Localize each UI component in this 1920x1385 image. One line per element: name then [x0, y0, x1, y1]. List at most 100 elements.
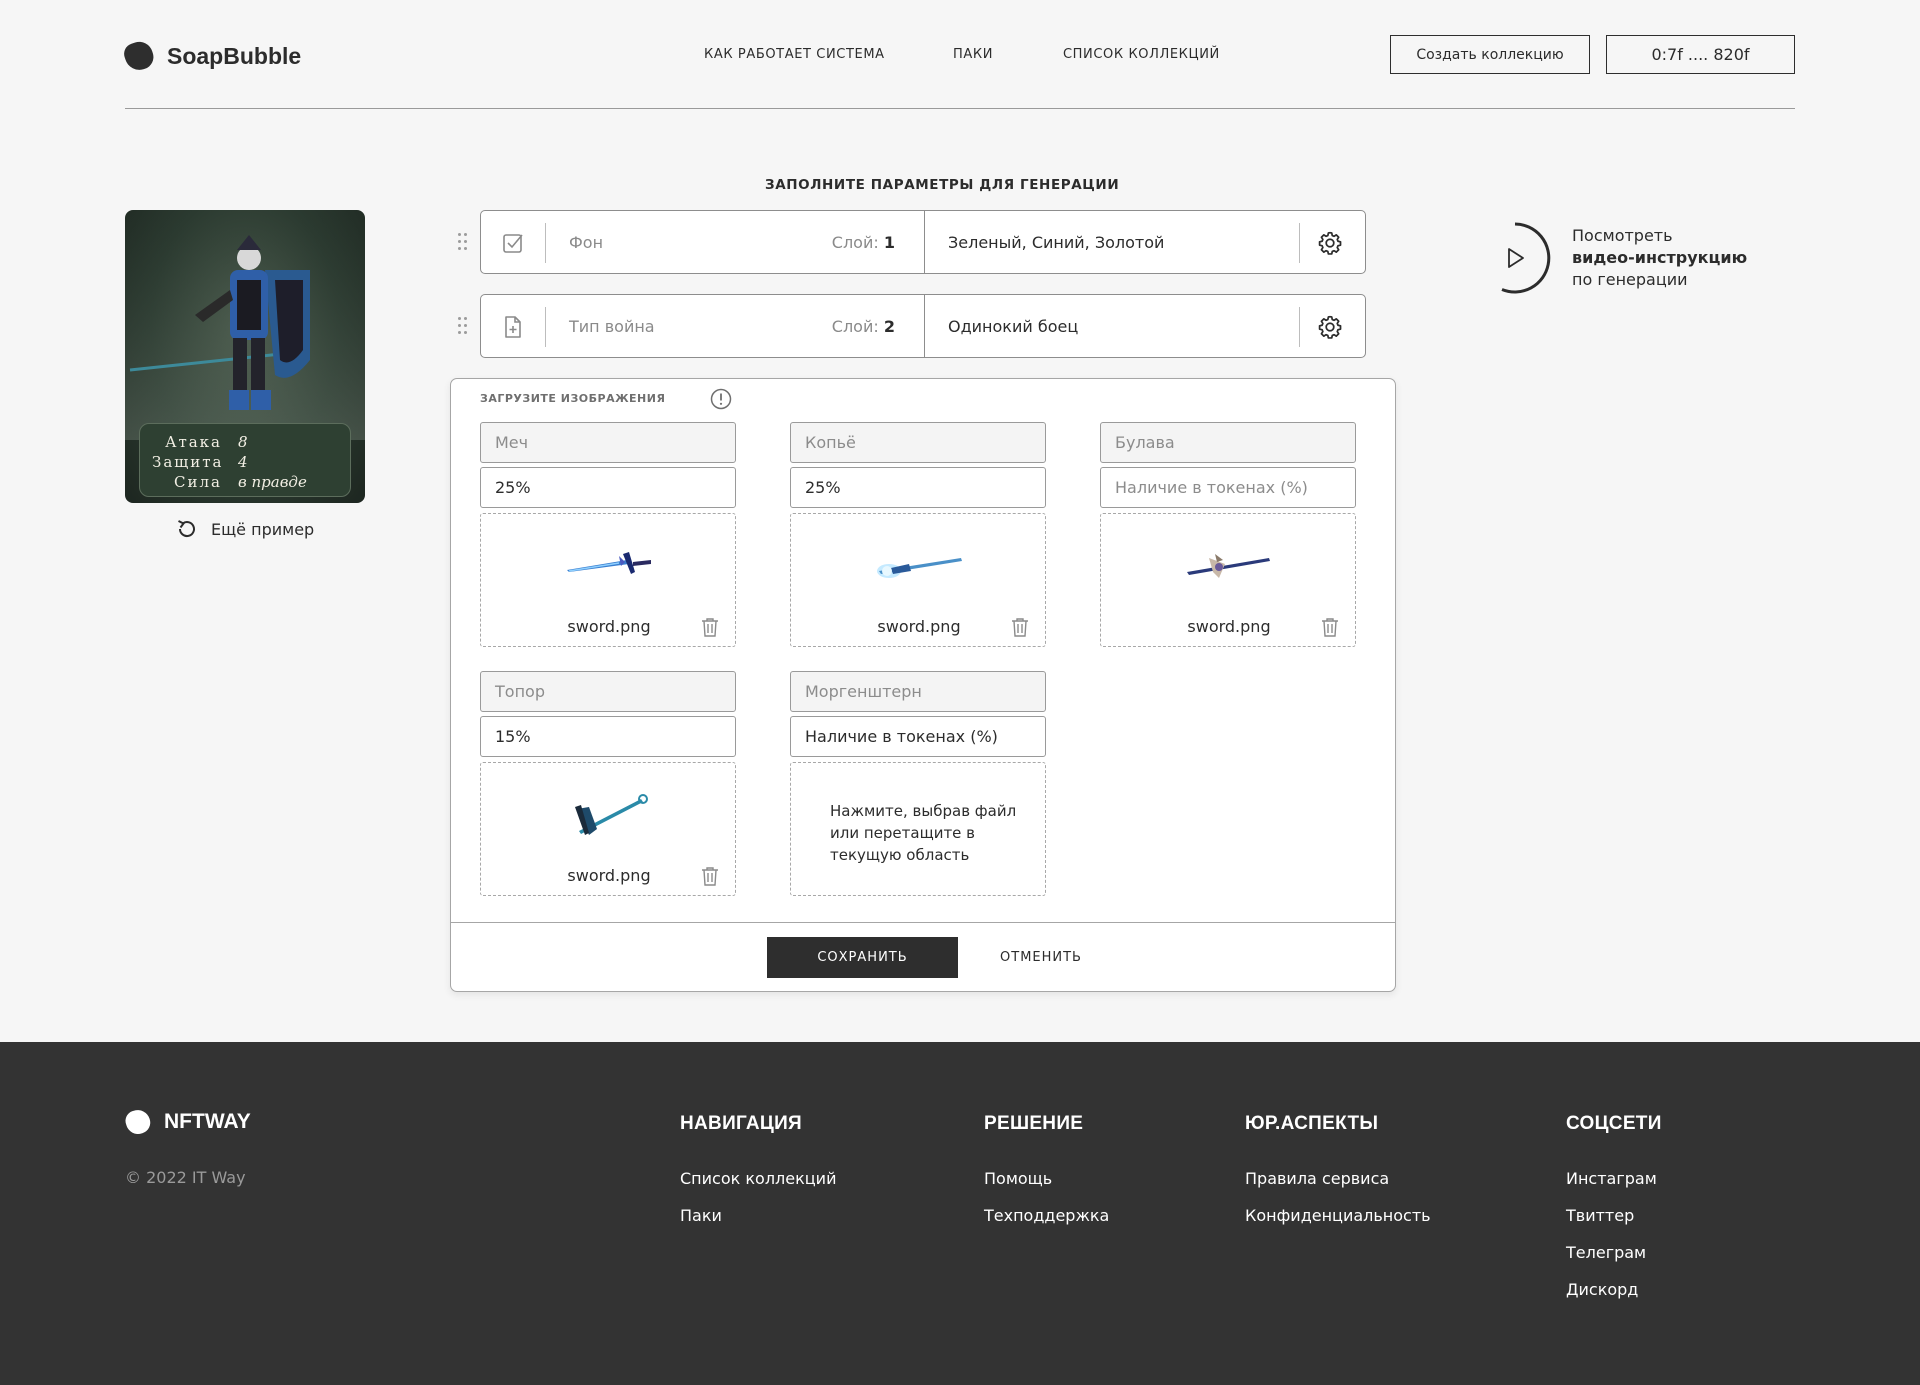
divider	[545, 307, 546, 347]
trash-icon[interactable]	[1011, 617, 1029, 637]
footer-column-legal: ЮР.АСПЕКТЫ Правила сервиса Конфиденциаль…	[1245, 1113, 1431, 1243]
params-title: ЗАПОЛНИТЕ ПАРАМЕТРЫ ДЛЯ ГЕНЕРАЦИИ	[765, 177, 1120, 193]
nav-collections[interactable]: СПИСОК КОЛЛЕКЦИЙ	[1063, 47, 1220, 62]
footer-link[interactable]: Помощь	[984, 1169, 1109, 1206]
file-add-icon	[505, 316, 521, 338]
create-collection-button[interactable]: Создать коллекцию	[1390, 35, 1590, 74]
layer-prefix: Слой:	[831, 317, 879, 336]
footer-column-navigation: НАВИГАЦИЯ Список коллекций Паки	[680, 1113, 836, 1243]
logo[interactable]: SoapBubble	[121, 38, 302, 74]
image-dropzone[interactable]: sword.png	[480, 513, 736, 647]
footer-column-solution: РЕШЕНИЕ Помощь Техподдержка	[984, 1113, 1109, 1243]
layer-row[interactable]: Тип война Слой: 2 Одинокий боец	[458, 294, 1366, 358]
preview-card: Атака 8 Защита 4 Сила в правде	[125, 210, 365, 503]
stat-value: 4	[238, 453, 248, 471]
footer-column-social: СОЦСЕТИ Инстаграм Твиттер Телеграм Диско…	[1566, 1113, 1662, 1317]
footer-link[interactable]: Правила сервиса	[1245, 1169, 1431, 1206]
item-percent-field[interactable]: 25%	[790, 467, 1046, 508]
divider	[924, 211, 925, 273]
video-instruction-link[interactable]: Посмотреть видео-инструкцию по генерации	[1478, 221, 1747, 295]
item-percent-field[interactable]: Наличие в токенах (%)	[790, 716, 1046, 757]
trash-icon[interactable]	[701, 617, 719, 637]
layer-name: Тип война	[569, 317, 655, 336]
video-text: Посмотреть видео-инструкцию по генерации	[1572, 225, 1747, 291]
image-dropzone[interactable]: sword.png	[480, 762, 736, 896]
layer-value[interactable]: Зеленый, Синий, Золотой	[948, 233, 1164, 252]
trash-icon[interactable]	[1321, 617, 1339, 637]
layer-row[interactable]: Фон Слой: 1 Зеленый, Синий, Золотой	[458, 210, 1366, 274]
footer-link[interactable]: Список коллекций	[680, 1169, 836, 1206]
save-button[interactable]: СОХРАНИТЬ	[767, 937, 958, 978]
footer-link[interactable]: Твиттер	[1566, 1206, 1662, 1243]
logo-icon	[121, 38, 157, 74]
item-name-field[interactable]: Топор	[480, 671, 736, 712]
footer-column-title: НАВИГАЦИЯ	[680, 1113, 803, 1134]
footer-logo-icon	[122, 1106, 154, 1138]
stat-label: Сила	[174, 473, 222, 491]
item-name-field[interactable]: Копьё	[790, 422, 1046, 463]
refresh-icon	[178, 520, 195, 538]
drag-handle-icon[interactable]	[458, 233, 468, 251]
footer: NFTWAY © 2022 IT Way НАВИГАЦИЯ Список ко…	[0, 1042, 1920, 1385]
checkbox-icon	[503, 234, 523, 253]
axe-image	[575, 794, 648, 835]
image-dropzone-empty[interactable]: Нажмите, выбрав файл или перетащите в те…	[790, 762, 1046, 896]
stat-value: 8	[238, 433, 248, 451]
footer-link[interactable]: Конфиденциальность	[1245, 1206, 1431, 1243]
image-dropzone[interactable]: sword.png	[790, 513, 1046, 647]
layer-number: Слой: 1	[832, 233, 895, 252]
mace-image	[1187, 554, 1270, 578]
layer-number: Слой: 2	[832, 317, 895, 336]
item-name-field[interactable]: Меч	[480, 422, 736, 463]
upload-panel: ЗАГРУЗИТЕ ИЗОБРАЖЕНИЯ Меч 25% sword.png …	[450, 378, 1396, 992]
image-dropzone[interactable]: sword.png	[1100, 513, 1356, 647]
layer-index: 1	[883, 233, 895, 252]
gear-icon[interactable]	[1317, 230, 1343, 256]
trash-icon[interactable]	[701, 866, 719, 886]
footer-link[interactable]: Дискорд	[1566, 1280, 1662, 1317]
item-name-field[interactable]: Моргенштерн	[790, 671, 1046, 712]
video-line: по генерации	[1572, 270, 1688, 289]
footer-link[interactable]: Техподдержка	[984, 1206, 1109, 1243]
cancel-button[interactable]: ОТМЕНИТЬ	[981, 937, 1101, 978]
file-name: sword.png	[1187, 617, 1271, 636]
footer-link[interactable]: Паки	[680, 1206, 836, 1243]
layer-value[interactable]: Одинокий боец	[948, 317, 1078, 336]
logo-text: SoapBubble	[167, 42, 302, 69]
video-line-bold: видео-инструкцию	[1572, 248, 1748, 267]
file-name: sword.png	[877, 617, 961, 636]
panel-divider	[451, 922, 1395, 923]
footer-column-title: ЮР.АСПЕКТЫ	[1245, 1113, 1379, 1134]
layer-name: Фон	[569, 233, 604, 252]
more-example-button[interactable]: Ещё пример	[175, 517, 314, 541]
video-line: Посмотреть	[1572, 226, 1673, 245]
stat-defense: Защита 4	[152, 452, 338, 472]
stat-attack: Атака 8	[152, 432, 338, 452]
drag-handle-icon[interactable]	[458, 317, 468, 335]
footer-link[interactable]: Телеграм	[1566, 1243, 1662, 1280]
footer-logo[interactable]: NFTWAY	[122, 1106, 251, 1138]
divider	[545, 223, 546, 263]
layer-prefix: Слой:	[831, 233, 879, 252]
stat-label: Атака	[165, 433, 222, 451]
item-percent-field[interactable]: 15%	[480, 716, 736, 757]
footer-link[interactable]: Инстаграм	[1566, 1169, 1662, 1206]
nav-how-it-works[interactable]: КАК РАБОТАЕТ СИСТЕМА	[704, 47, 885, 62]
gear-icon[interactable]	[1317, 314, 1343, 340]
layer-index: 2	[883, 317, 895, 336]
wallet-button[interactable]: 0:7f .... 820f	[1606, 35, 1795, 74]
header-divider	[125, 108, 1795, 109]
stat-label: Защита	[152, 453, 224, 471]
play-icon	[1501, 222, 1551, 294]
stat-value: в правде	[238, 473, 307, 491]
footer-logo-text: NFTWAY	[164, 1110, 251, 1133]
footer-column-title: РЕШЕНИЕ	[984, 1113, 1084, 1134]
item-name-field[interactable]: Булава	[1100, 422, 1356, 463]
item-percent-field[interactable]: Наличие в токенах (%)	[1100, 467, 1356, 508]
nav-packs[interactable]: ПАКИ	[953, 47, 993, 62]
info-icon[interactable]	[710, 388, 732, 410]
item-percent-field[interactable]: 25%	[480, 467, 736, 508]
footer-column-title: СОЦСЕТИ	[1566, 1113, 1662, 1134]
card-stats: Атака 8 Защита 4 Сила в правде	[139, 423, 351, 497]
file-name: sword.png	[567, 866, 651, 885]
